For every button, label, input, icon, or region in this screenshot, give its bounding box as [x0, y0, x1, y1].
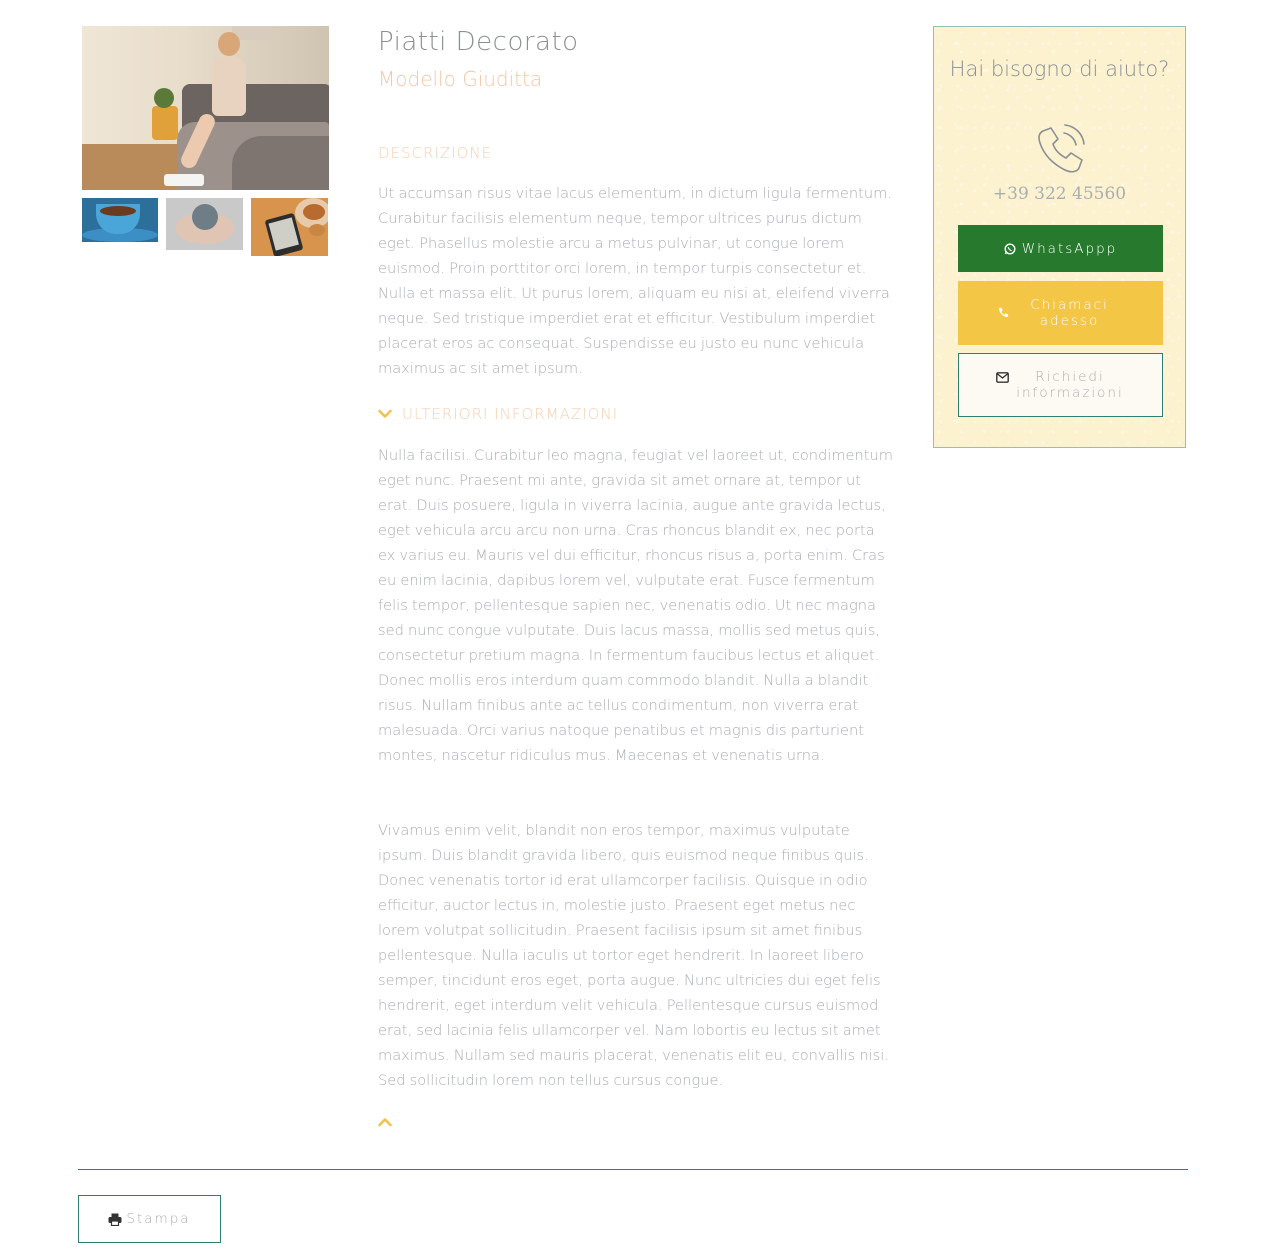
request-info-button[interactable]: Richiedi informazioni — [958, 353, 1163, 417]
photo-detail — [232, 136, 329, 190]
footer-divider — [78, 1169, 1188, 1170]
gallery-thumbnail-1[interactable] — [82, 198, 158, 242]
print-button[interactable]: Stampa — [78, 1195, 221, 1243]
whatsapp-button[interactable]: WhatsAppp — [958, 225, 1163, 272]
gallery-thumbnail-3[interactable] — [251, 198, 328, 256]
product-main-image[interactable] — [82, 26, 329, 190]
photo-detail — [154, 88, 174, 108]
photo-detail — [268, 217, 299, 251]
photo-detail — [192, 204, 218, 230]
call-now-button[interactable]: Chiamaci adesso — [958, 281, 1163, 345]
print-button-label: Stampa — [126, 1211, 191, 1227]
product-subtitle: Modello Giuditta — [378, 67, 543, 91]
more-info-toggle[interactable]: ULTERIORI INFORMAZIONI — [378, 405, 618, 423]
photo-detail — [218, 32, 240, 56]
chevron-down-icon — [378, 405, 402, 423]
phone-icon — [1031, 121, 1089, 179]
photo-detail — [212, 56, 246, 116]
help-title: Hai bisogno di aiuto? — [949, 57, 1170, 81]
phone-number[interactable]: +39 322 45560 — [934, 184, 1185, 204]
photo-detail — [164, 174, 204, 186]
chevron-up-icon — [378, 1117, 396, 1127]
collapse-more-info-button[interactable] — [378, 1117, 396, 1135]
phone-icon — [997, 307, 1009, 319]
call-now-button-label: Chiamaci adesso — [1030, 297, 1109, 329]
more-info-paragraph-1: Nulla facilisi. Curabitur leo magna, feu… — [378, 447, 893, 764]
product-title: Piatti Decorato — [378, 27, 579, 57]
help-panel: Hai bisogno di aiuto? +39 322 45560 What… — [933, 26, 1186, 448]
photo-detail — [303, 204, 325, 220]
description-heading: DESCRIZIONE — [378, 144, 493, 162]
request-info-button-label: Richiedi informazioni — [1016, 369, 1124, 401]
whatsapp-icon — [1004, 242, 1016, 255]
photo-detail — [309, 224, 325, 236]
more-info-paragraph-2: Vivamus enim velit, blandit non eros tem… — [378, 822, 889, 1089]
more-info-heading: ULTERIORI INFORMAZIONI — [402, 405, 619, 423]
gallery-thumbnail-2[interactable] — [166, 198, 243, 250]
description-text: Ut accumsan risus vitae lacus elementum,… — [378, 185, 892, 377]
envelope-icon — [996, 372, 1009, 383]
photo-detail — [152, 106, 178, 140]
photo-detail — [100, 206, 136, 216]
printer-icon — [108, 1213, 122, 1226]
whatsapp-button-label: WhatsAppp — [1021, 240, 1118, 257]
